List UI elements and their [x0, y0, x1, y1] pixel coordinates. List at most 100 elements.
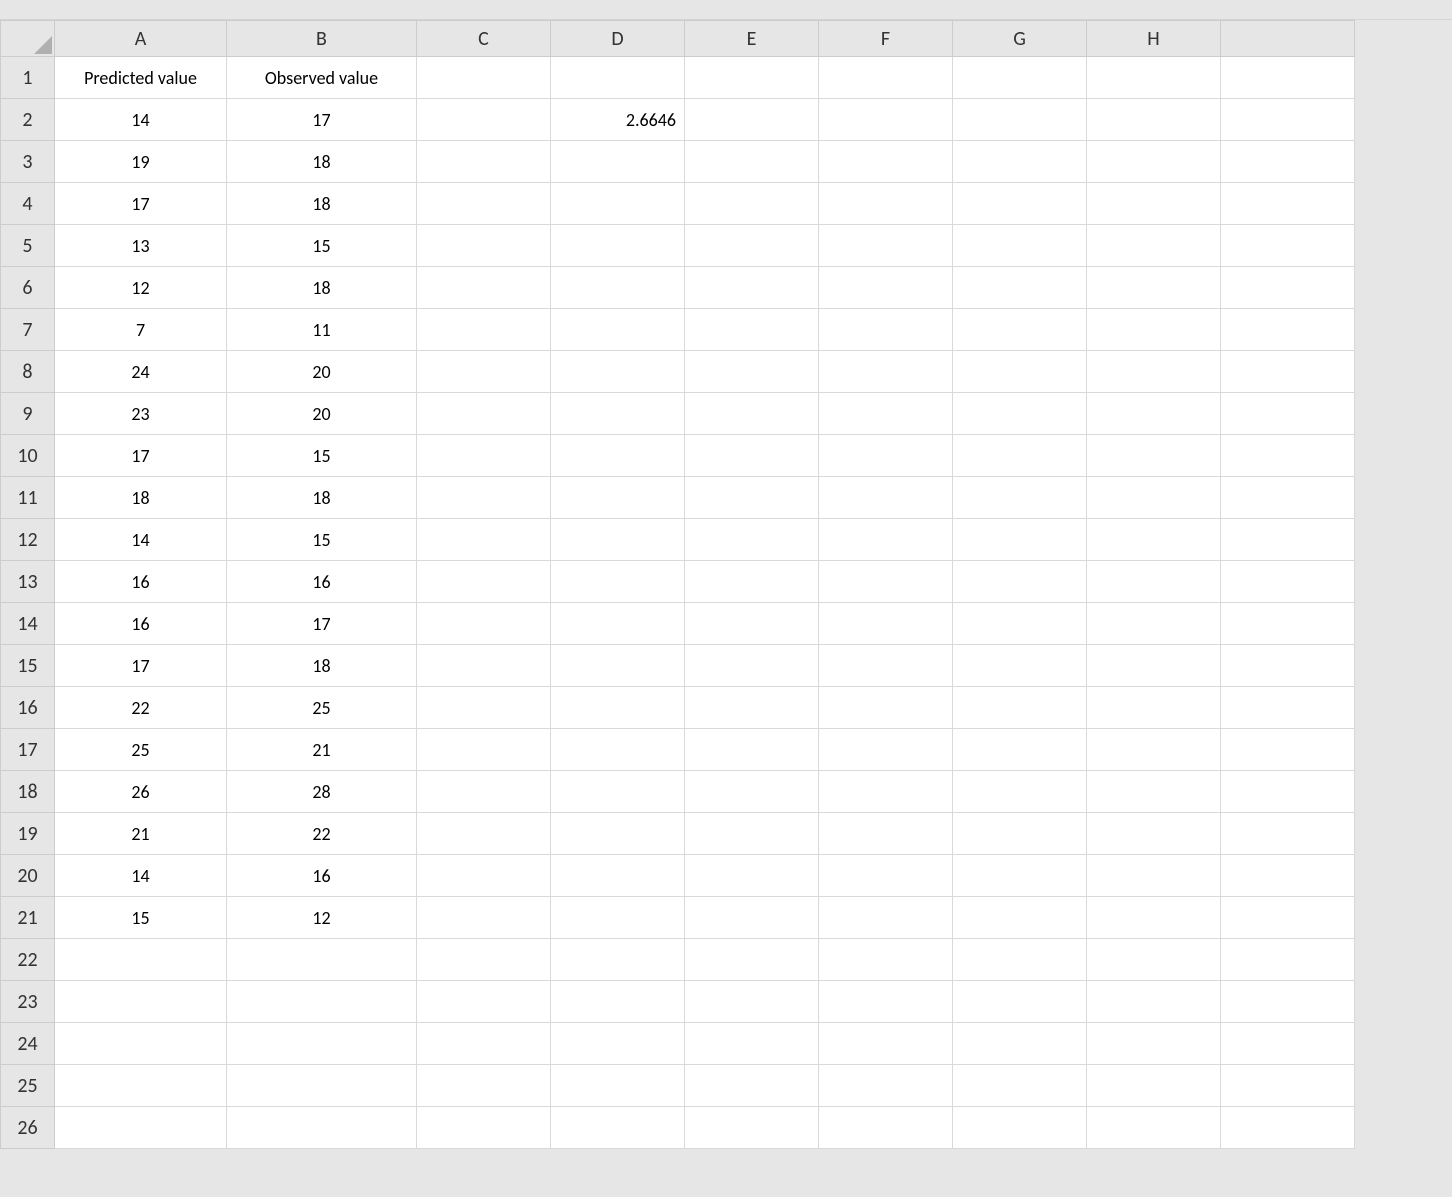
- cell-A13[interactable]: 16: [55, 561, 227, 603]
- cell-C8[interactable]: [417, 351, 551, 393]
- cell-A14[interactable]: 16: [55, 603, 227, 645]
- cell-G19[interactable]: [953, 813, 1087, 855]
- cell-G20[interactable]: [953, 855, 1087, 897]
- cell-H26[interactable]: [1087, 1107, 1221, 1149]
- cell-A1[interactable]: Predicted value: [55, 57, 227, 99]
- cell-E1[interactable]: [685, 57, 819, 99]
- cell-A12[interactable]: 14: [55, 519, 227, 561]
- cell-E2[interactable]: [685, 99, 819, 141]
- col-header-D[interactable]: D: [551, 21, 685, 57]
- cell-E11[interactable]: [685, 477, 819, 519]
- cell-H2[interactable]: [1087, 99, 1221, 141]
- cell-G12[interactable]: [953, 519, 1087, 561]
- row-header-23[interactable]: 23: [1, 981, 55, 1023]
- cell-edge-15[interactable]: [1221, 645, 1355, 687]
- cell-C7[interactable]: [417, 309, 551, 351]
- cell-D16[interactable]: [551, 687, 685, 729]
- cell-B18[interactable]: 28: [227, 771, 417, 813]
- cell-F16[interactable]: [819, 687, 953, 729]
- cell-F7[interactable]: [819, 309, 953, 351]
- cell-B8[interactable]: 20: [227, 351, 417, 393]
- row-header-17[interactable]: 17: [1, 729, 55, 771]
- cell-G13[interactable]: [953, 561, 1087, 603]
- cell-H10[interactable]: [1087, 435, 1221, 477]
- cell-C14[interactable]: [417, 603, 551, 645]
- col-header-H[interactable]: H: [1087, 21, 1221, 57]
- cell-G15[interactable]: [953, 645, 1087, 687]
- cell-B10[interactable]: 15: [227, 435, 417, 477]
- cell-C11[interactable]: [417, 477, 551, 519]
- cell-D10[interactable]: [551, 435, 685, 477]
- cell-A6[interactable]: 12: [55, 267, 227, 309]
- cell-H5[interactable]: [1087, 225, 1221, 267]
- cell-G5[interactable]: [953, 225, 1087, 267]
- cell-edge-19[interactable]: [1221, 813, 1355, 855]
- cell-D12[interactable]: [551, 519, 685, 561]
- cell-H12[interactable]: [1087, 519, 1221, 561]
- cell-D9[interactable]: [551, 393, 685, 435]
- cell-C4[interactable]: [417, 183, 551, 225]
- cell-edge-10[interactable]: [1221, 435, 1355, 477]
- cell-D18[interactable]: [551, 771, 685, 813]
- cell-E4[interactable]: [685, 183, 819, 225]
- row-header-9[interactable]: 9: [1, 393, 55, 435]
- cell-D4[interactable]: [551, 183, 685, 225]
- cell-A21[interactable]: 15: [55, 897, 227, 939]
- row-header-6[interactable]: 6: [1, 267, 55, 309]
- cell-G8[interactable]: [953, 351, 1087, 393]
- cell-A3[interactable]: 19: [55, 141, 227, 183]
- row-header-10[interactable]: 10: [1, 435, 55, 477]
- cell-E9[interactable]: [685, 393, 819, 435]
- cell-G4[interactable]: [953, 183, 1087, 225]
- cell-C20[interactable]: [417, 855, 551, 897]
- cell-H25[interactable]: [1087, 1065, 1221, 1107]
- cell-C12[interactable]: [417, 519, 551, 561]
- cell-D23[interactable]: [551, 981, 685, 1023]
- cell-edge-26[interactable]: [1221, 1107, 1355, 1149]
- row-header-7[interactable]: 7: [1, 309, 55, 351]
- cell-C1[interactable]: [417, 57, 551, 99]
- cell-A20[interactable]: 14: [55, 855, 227, 897]
- cell-E19[interactable]: [685, 813, 819, 855]
- cell-F11[interactable]: [819, 477, 953, 519]
- cell-C22[interactable]: [417, 939, 551, 981]
- cell-C19[interactable]: [417, 813, 551, 855]
- cell-B14[interactable]: 17: [227, 603, 417, 645]
- cell-E13[interactable]: [685, 561, 819, 603]
- col-header-G[interactable]: G: [953, 21, 1087, 57]
- cell-D17[interactable]: [551, 729, 685, 771]
- cell-C9[interactable]: [417, 393, 551, 435]
- cell-D24[interactable]: [551, 1023, 685, 1065]
- cell-F1[interactable]: [819, 57, 953, 99]
- cell-H3[interactable]: [1087, 141, 1221, 183]
- cell-H19[interactable]: [1087, 813, 1221, 855]
- row-header-4[interactable]: 4: [1, 183, 55, 225]
- cell-A23[interactable]: [55, 981, 227, 1023]
- cell-G21[interactable]: [953, 897, 1087, 939]
- cell-E3[interactable]: [685, 141, 819, 183]
- cell-G10[interactable]: [953, 435, 1087, 477]
- cell-G14[interactable]: [953, 603, 1087, 645]
- col-header-B[interactable]: B: [227, 21, 417, 57]
- cell-edge-8[interactable]: [1221, 351, 1355, 393]
- cell-B24[interactable]: [227, 1023, 417, 1065]
- cell-E6[interactable]: [685, 267, 819, 309]
- row-header-25[interactable]: 25: [1, 1065, 55, 1107]
- cell-C23[interactable]: [417, 981, 551, 1023]
- cell-C17[interactable]: [417, 729, 551, 771]
- cell-G17[interactable]: [953, 729, 1087, 771]
- cell-F12[interactable]: [819, 519, 953, 561]
- cell-F23[interactable]: [819, 981, 953, 1023]
- col-header-E[interactable]: E: [685, 21, 819, 57]
- cell-edge-12[interactable]: [1221, 519, 1355, 561]
- cell-H18[interactable]: [1087, 771, 1221, 813]
- row-header-18[interactable]: 18: [1, 771, 55, 813]
- cell-G22[interactable]: [953, 939, 1087, 981]
- cell-D7[interactable]: [551, 309, 685, 351]
- cell-A10[interactable]: 17: [55, 435, 227, 477]
- row-header-24[interactable]: 24: [1, 1023, 55, 1065]
- row-header-19[interactable]: 19: [1, 813, 55, 855]
- cell-D5[interactable]: [551, 225, 685, 267]
- cell-edge-17[interactable]: [1221, 729, 1355, 771]
- cell-D15[interactable]: [551, 645, 685, 687]
